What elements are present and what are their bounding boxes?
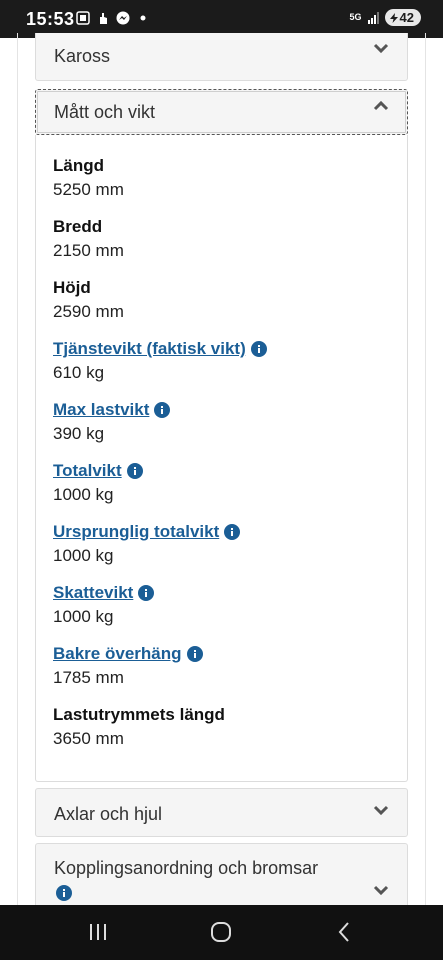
spec-value: 1785 mm <box>53 668 124 687</box>
spec-link-bakre-overhang[interactable]: Bakre överhäng <box>53 644 182 664</box>
info-icon[interactable] <box>224 524 241 540</box>
home-button[interactable] <box>209 920 233 944</box>
recent-apps-icon <box>90 924 106 940</box>
spec-link-tjanstevikt[interactable]: Tjänstevikt (faktisk vikt) <box>53 339 246 359</box>
signal-icon <box>367 11 379 24</box>
spec-value: 390 kg <box>53 424 105 443</box>
status-right: 5G 42 <box>350 9 421 26</box>
spec-bakre-overhang: Bakre överhäng 1785 mm <box>53 643 203 688</box>
charging-icon <box>389 12 398 23</box>
recent-apps-button[interactable] <box>86 920 110 944</box>
spec-value: 5250 mm <box>53 180 124 199</box>
spec-link-skattevikt[interactable]: Skattevikt <box>53 583 133 603</box>
spec-value: 610 kg <box>53 363 105 382</box>
spec-tjanstevikt: Tjänstevikt (faktisk vikt) 610 kg <box>53 338 267 383</box>
battery-indicator: 42 <box>384 9 421 26</box>
chevron-down-icon <box>373 802 389 818</box>
accordion-kopplingsanordning-label: Kopplingsanordning och bromsar <box>54 858 319 878</box>
spec-bredd: Bredd 2150 mm <box>53 216 124 261</box>
home-icon <box>211 922 231 942</box>
chevron-down-icon <box>373 882 389 898</box>
dot-icon <box>136 11 150 25</box>
spec-link-max-lastvikt[interactable]: Max lastvikt <box>53 400 149 420</box>
hand-icon <box>96 11 110 25</box>
accordion-matt-och-vikt-label: Mått och vikt <box>54 102 156 122</box>
android-nav-bar <box>0 905 443 960</box>
panel-border-left <box>17 33 18 905</box>
accordion-kopplingsanordning[interactable]: Kopplingsanordning och bromsar <box>35 843 408 905</box>
spec-link-ursprunglig-totalvikt[interactable]: Ursprunglig totalvikt <box>53 522 219 542</box>
spec-langd: Längd 5250 mm <box>53 155 124 200</box>
screenshot-icon <box>76 11 90 25</box>
chevron-up-icon <box>373 98 389 114</box>
spec-label: Höjd <box>53 278 91 297</box>
spec-value: 2150 mm <box>53 241 124 260</box>
spec-max-lastvikt: Max lastvikt 390 kg <box>53 399 171 444</box>
info-icon[interactable] <box>126 463 143 479</box>
panel-border-right <box>425 33 426 905</box>
spec-lastutrymmets-langd: Lastutrymmets längd 3650 mm <box>53 704 225 749</box>
messenger-icon <box>116 11 130 25</box>
spec-label: Längd <box>53 156 104 175</box>
spec-ursprunglig-totalvikt: Ursprunglig totalvikt 1000 kg <box>53 521 241 566</box>
page-content: Kaross Mått och vikt Längd 5250 mm Bredd… <box>0 33 443 905</box>
spec-value: 1000 kg <box>53 485 114 504</box>
back-icon <box>338 922 349 942</box>
status-time: 15:53 <box>26 9 75 29</box>
info-icon[interactable] <box>154 402 171 418</box>
spec-totalvikt: Totalvikt 1000 kg <box>53 460 143 505</box>
battery-level: 42 <box>399 10 414 25</box>
accordion-kaross-label: Kaross <box>54 46 111 66</box>
notification-icons <box>76 11 150 25</box>
spec-label: Bredd <box>53 217 103 236</box>
accordion-axlar-och-hjul-label: Axlar och hjul <box>54 804 163 824</box>
spec-value: 1000 kg <box>53 546 114 565</box>
info-icon[interactable] <box>56 885 72 901</box>
spec-value: 1000 kg <box>53 607 114 626</box>
info-icon[interactable] <box>186 646 203 662</box>
accordion-matt-och-vikt[interactable]: Mått och vikt <box>35 89 408 135</box>
spec-value: 3650 mm <box>53 729 124 748</box>
back-button[interactable] <box>333 920 357 944</box>
chevron-down-icon <box>373 40 389 56</box>
spec-label: Lastutrymmets längd <box>53 705 225 724</box>
info-icon[interactable] <box>138 585 155 601</box>
spec-value: 2590 mm <box>53 302 124 321</box>
network-label: 5G <box>349 12 362 22</box>
spec-link-totalvikt[interactable]: Totalvikt <box>53 461 122 481</box>
spec-skattevikt: Skattevikt 1000 kg <box>53 582 155 627</box>
info-icon[interactable] <box>250 341 267 357</box>
spec-hojd: Höjd 2590 mm <box>53 277 124 322</box>
accordion-axlar-och-hjul[interactable]: Axlar och hjul <box>35 788 408 837</box>
accordion-kaross[interactable]: Kaross <box>35 33 408 81</box>
